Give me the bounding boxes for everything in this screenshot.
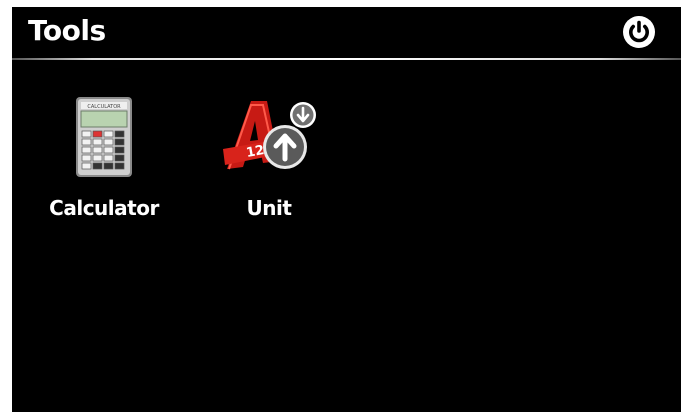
power-icon — [623, 16, 655, 48]
app-label-calculator: Calculator — [49, 196, 159, 220]
unit-converter-icon: 12 — [199, 91, 339, 187]
app-label-unit: Unit — [246, 196, 292, 220]
svg-text:12: 12 — [245, 143, 265, 161]
svg-text:CALCULATOR: CALCULATOR — [87, 104, 121, 110]
app-unit[interactable]: 12 Unit — [199, 91, 339, 231]
power-button[interactable] — [622, 15, 656, 49]
header-divider — [12, 58, 681, 60]
header-bar: Tools — [12, 7, 681, 59]
tools-screen: Tools CALCULATOR Calculator 12 Unit — [12, 7, 681, 412]
app-calculator[interactable]: CALCULATOR Calculator — [34, 91, 174, 231]
page-title: Tools — [28, 14, 106, 47]
calculator-icon: CALCULATOR — [34, 91, 174, 187]
